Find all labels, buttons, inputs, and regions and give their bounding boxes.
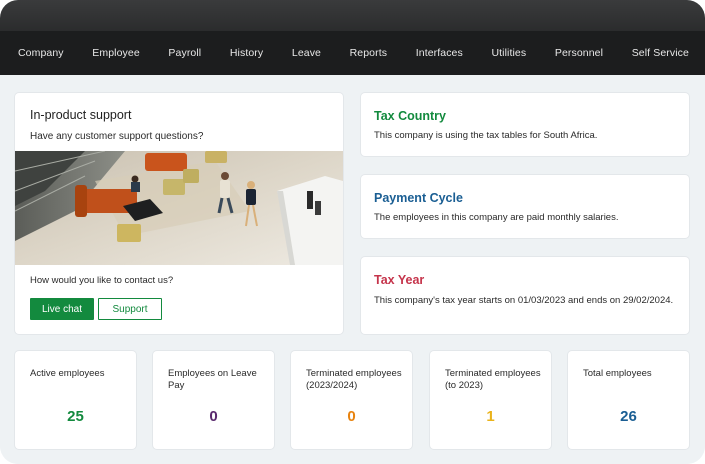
support-card: In-product support Have any customer sup…: [15, 93, 343, 334]
nav-item-interfaces[interactable]: Interfaces: [416, 47, 463, 59]
stat-label: Employees on Leave Pay: [168, 368, 257, 391]
payment-cycle-text: The employees in this company are paid m…: [374, 212, 619, 223]
contact-method-label: How would you like to contact us?: [30, 275, 174, 286]
office-lobby-illustration: [15, 151, 343, 265]
stat-value: 25: [67, 408, 84, 425]
payment-cycle-card: Payment Cycle The employees in this comp…: [361, 175, 689, 238]
stat-card-terminated-current-year[interactable]: Terminated employees (2023/2024) 0: [291, 351, 412, 449]
app-window: Company Employee Payroll History Leave R…: [0, 0, 705, 464]
tax-year-text: This company's tax year starts on 01/03/…: [374, 295, 674, 306]
office-lobby-photo: [15, 151, 343, 265]
stat-card-employees-on-leave-pay[interactable]: Employees on Leave Pay 0: [153, 351, 274, 449]
nav-item-company[interactable]: Company: [18, 47, 64, 59]
stat-card-total-employees[interactable]: Total employees 26: [568, 351, 689, 449]
nav-item-utilities[interactable]: Utilities: [491, 47, 526, 59]
stat-label: Terminated employees (to 2023): [445, 368, 541, 391]
nav-item-personnel[interactable]: Personnel: [555, 47, 603, 59]
stat-value: 1: [486, 408, 495, 425]
stat-value: 26: [620, 408, 637, 425]
nav-item-history[interactable]: History: [230, 47, 263, 59]
nav-item-leave[interactable]: Leave: [292, 47, 321, 59]
support-question: Have any customer support questions?: [30, 131, 204, 142]
tax-country-card: Tax Country This company is using the ta…: [361, 93, 689, 156]
live-chat-button[interactable]: Live chat: [30, 298, 94, 320]
nav-item-self-service[interactable]: Self Service: [632, 47, 689, 59]
dashboard-content: In-product support Have any customer sup…: [0, 75, 705, 464]
nav-item-employee[interactable]: Employee: [92, 47, 140, 59]
stat-label: Total employees: [583, 368, 652, 379]
stat-label: Terminated employees (2023/2024): [306, 368, 402, 391]
payment-cycle-title: Payment Cycle: [374, 191, 463, 205]
window-title-bar: [0, 0, 705, 31]
tax-country-title: Tax Country: [374, 109, 446, 123]
nav-item-reports[interactable]: Reports: [350, 47, 387, 59]
nav-item-payroll[interactable]: Payroll: [168, 47, 201, 59]
main-navigation: Company Employee Payroll History Leave R…: [0, 31, 705, 75]
stat-card-terminated-prior[interactable]: Terminated employees (to 2023) 1: [430, 351, 551, 449]
tax-year-title: Tax Year: [374, 273, 425, 287]
stat-value: 0: [209, 408, 218, 425]
tax-year-card: Tax Year This company's tax year starts …: [361, 257, 689, 334]
support-button[interactable]: Support: [98, 298, 162, 320]
stat-card-active-employees[interactable]: Active employees 25: [15, 351, 136, 449]
support-title: In-product support: [30, 108, 132, 122]
stat-label: Active employees: [30, 368, 105, 379]
tax-country-text: This company is using the tax tables for…: [374, 130, 598, 141]
stat-value: 0: [347, 408, 356, 425]
